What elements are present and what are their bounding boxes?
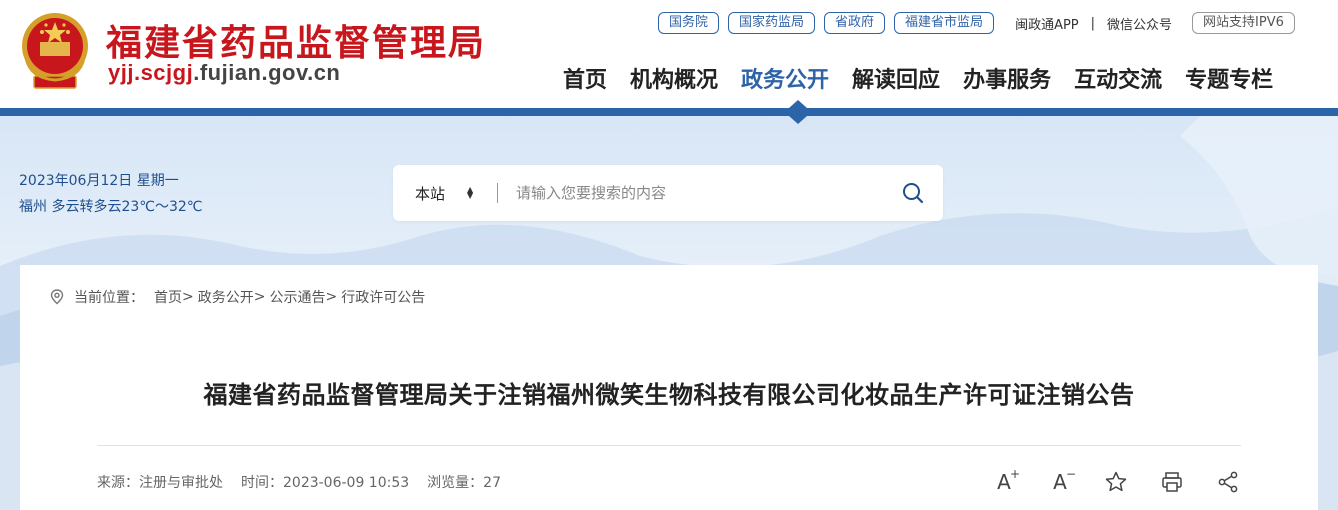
nav-interaction[interactable]: 互动交流: [1074, 62, 1162, 94]
article-title: 福建省药品监督管理局关于注销福州微笑生物科技有限公司化妆品生产许可证注销公告: [203, 381, 1135, 409]
breadcrumb-admin-license[interactable]: 行政许可公告: [341, 287, 425, 307]
breadcrumb-separator: >: [182, 289, 194, 305]
site-domain-prefix: yjj.scjgj: [108, 60, 194, 85]
location-pin-icon: [50, 289, 64, 305]
date-weather-info: 2023年06月12日 星期一 福州 多云转多云23℃～32℃: [19, 168, 203, 220]
search-box: 本站 ▲ ▼: [393, 165, 943, 221]
breadcrumb-home[interactable]: 首页: [154, 287, 182, 307]
national-emblem-logo[interactable]: [20, 8, 90, 94]
search-scope-select[interactable]: 本站 ▲ ▼: [393, 165, 497, 221]
link-mzt-app[interactable]: 闽政通APP: [1015, 14, 1079, 33]
site-name: 福建省药品监督管理局: [106, 22, 487, 64]
ipv6-badge: 网站支持IPV6: [1192, 12, 1295, 34]
share-button[interactable]: [1216, 470, 1240, 494]
breadcrumb-gov-affairs[interactable]: 政务公开: [198, 287, 254, 307]
site-header: 福建省药品监督管理局 yjj.scjgj.fujian.gov.cn 国务院 国…: [0, 0, 1338, 108]
link-nmpa[interactable]: 国家药监局: [728, 12, 816, 34]
breadcrumb: 当前位置： 首页 > 政务公开 > 公示通告 > 行政许可公告: [48, 287, 425, 307]
nav-interpretation[interactable]: 解读回应: [852, 62, 940, 94]
print-button[interactable]: [1160, 470, 1184, 494]
font-larger-button[interactable]: A +: [992, 467, 1020, 494]
font-smaller-button[interactable]: A −: [1048, 467, 1076, 494]
header-divider-bar: [0, 108, 1338, 116]
site-domain-suffix: .fujian.gov.cn: [193, 60, 341, 85]
search-input[interactable]: [498, 184, 883, 202]
top-links: 国务院 国家药监局 省政府 福建省市监局 闽政通APP | 微信公众号 网站支持…: [658, 12, 1295, 34]
article-views: 浏览量：27: [427, 475, 501, 491]
printer-icon: [1162, 472, 1182, 492]
star-icon: [1105, 471, 1127, 492]
nav-topics[interactable]: 专题专栏: [1185, 62, 1273, 94]
active-nav-indicator: [789, 100, 807, 108]
current-date: 2023年06月12日 星期一: [19, 173, 179, 189]
nav-gov-affairs[interactable]: 政务公开: [741, 62, 829, 94]
nav-about[interactable]: 机构概况: [630, 62, 718, 94]
nav-home[interactable]: 首页: [563, 62, 607, 94]
nav-services[interactable]: 办事服务: [963, 62, 1051, 94]
article-meta: 来源：注册与审批处 时间：2023-06-09 10:53 浏览量：27: [97, 472, 501, 492]
favorite-button[interactable]: [1104, 470, 1128, 494]
article-card: 当前位置： 首页 > 政务公开 > 公示通告 > 行政许可公告 福建省药品监督管理局关…: [20, 265, 1318, 510]
active-nav-indicator-arrow: [789, 116, 807, 124]
search-icon: [903, 183, 924, 204]
link-state-council[interactable]: 国务院: [658, 12, 720, 34]
link-wechat[interactable]: 微信公众号: [1107, 14, 1172, 33]
font-smaller-icon: A: [1053, 470, 1067, 494]
main-nav: 首页 机构概况 政务公开 解读回应 办事服务 互动交流 专题专栏: [563, 62, 1273, 94]
breadcrumb-separator: >: [253, 289, 266, 305]
article-source: 来源：注册与审批处: [97, 475, 223, 491]
weather: 福州 多云转多云23℃～32℃: [19, 199, 203, 215]
breadcrumb-separator: >: [325, 289, 338, 305]
font-larger-sign: +: [1009, 467, 1020, 481]
article-time: 时间：2023-06-09 10:53: [241, 475, 410, 491]
site-domain: yjj.scjgj.fujian.gov.cn: [108, 60, 340, 86]
updown-arrows-icon: ▲ ▼: [467, 185, 474, 200]
link-provincial-gov[interactable]: 省政府: [824, 12, 886, 34]
top-links-divider: |: [1090, 15, 1096, 31]
link-market-supervision[interactable]: 福建省市监局: [894, 12, 995, 34]
search-button[interactable]: [883, 165, 943, 221]
article-tools: A + A −: [992, 467, 1240, 494]
title-divider: [97, 445, 1241, 446]
font-smaller-sign: −: [1065, 467, 1076, 481]
share-icon: [1218, 471, 1238, 493]
breadcrumb-label: 当前位置：: [74, 290, 144, 306]
search-scope-value: 本站: [415, 184, 446, 203]
breadcrumb-announcements[interactable]: 公示通告: [269, 287, 325, 307]
font-larger-icon: A: [997, 470, 1011, 494]
